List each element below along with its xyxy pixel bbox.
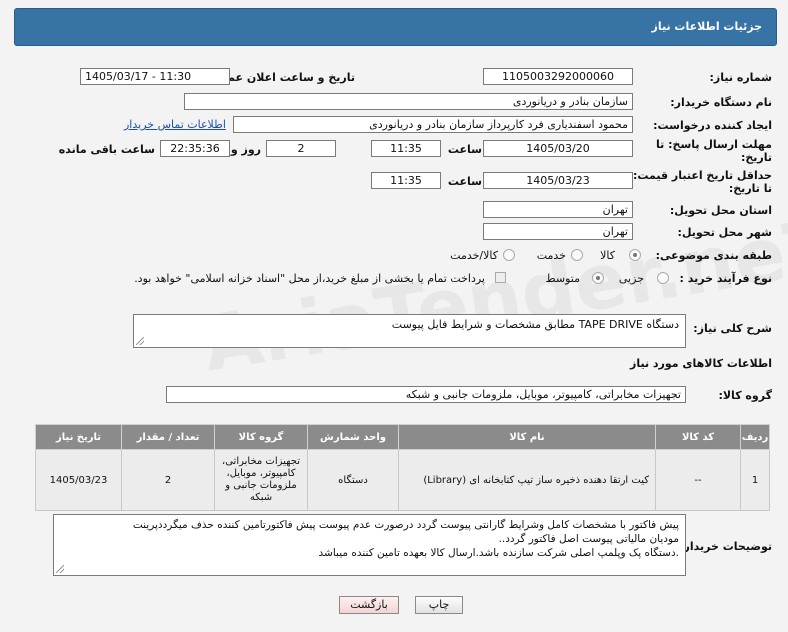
cell-row: 1	[740, 449, 770, 511]
page-title: جزئیات اطلاعات نیاز	[651, 20, 763, 33]
table-row: 1 -- کیت ارتقا دهنده ذخیره ساز تیپ کتابخ…	[35, 449, 770, 511]
goods-section-title: اطلاعات کالاهای مورد نیاز	[630, 357, 772, 370]
creator-field[interactable]: محمود اسفندیاری فرد کارپرداز سازمان بناد…	[233, 116, 633, 133]
col-quantity: تعداد / مقدار	[121, 424, 215, 450]
announce-date-field[interactable]: 1405/03/17 - 11:30	[80, 68, 230, 85]
resize-grip-icon[interactable]	[136, 337, 144, 345]
process-option-minor: جزیی	[618, 272, 644, 285]
process-option-medium: متوسط	[545, 272, 580, 285]
need-number-field[interactable]: 1105003292000060	[483, 68, 633, 85]
cell-code: --	[655, 449, 741, 511]
category-radio-goods[interactable]	[629, 249, 641, 261]
buyer-notes-line: .دستگاه پک وپلمپ اصلی شرکت سازنده باشد.ا…	[318, 547, 679, 559]
buyer-notes-label: توضیحات خریدار:	[679, 540, 772, 553]
buyer-org-label: نام دستگاه خریدار:	[670, 96, 772, 109]
process-label: نوع فرآیند خرید :	[679, 272, 772, 285]
category-radio-service[interactable]	[571, 249, 583, 261]
remaining-time-field[interactable]: 22:35:36	[160, 140, 230, 157]
validity-label: حداقل تاریخ اعتبار قیمت:	[632, 169, 772, 182]
days-remaining-field[interactable]: 2	[266, 140, 336, 157]
treasury-note: پرداخت تمام یا بخشی از مبلغ خرید،از محل …	[134, 272, 485, 285]
col-date: تاریخ نیاز	[35, 424, 122, 450]
province-field[interactable]: تهران	[483, 201, 633, 218]
category-option-goods-service: کالا/خدمت	[450, 249, 498, 262]
deadline-date-label: تاریخ:	[740, 151, 772, 164]
remaining-label: ساعت باقی مانده	[58, 143, 155, 156]
cell-group: تجهیزات مخابراتی، کامپیوتر، موبایل، ملزو…	[214, 449, 308, 511]
category-radio-goods-service[interactable]	[503, 249, 515, 261]
goods-table-header: ردیف کد کالا نام کالا واحد شمارش گروه کا…	[35, 424, 770, 450]
buyer-contact-link[interactable]: اطلاعات تماس خریدار	[124, 118, 226, 131]
goods-group-field[interactable]: تجهیزات مخابراتی، کامپیوتر، موبایل، ملزو…	[166, 386, 686, 403]
description-field[interactable]: دستگاه TAPE DRIVE مطابق مشخصات و شرایط ف…	[133, 314, 686, 348]
validity-time-label: ساعت	[447, 175, 482, 188]
buyer-org-field[interactable]: سازمان بنادر و دریانوردی	[184, 93, 633, 110]
process-radio-medium[interactable]	[592, 272, 604, 284]
buyer-notes-line: پیش فاکتور با مشخصات کامل وشرایط گارانتی…	[132, 519, 679, 531]
deadline-time-label: ساعت	[447, 143, 482, 156]
treasury-checkbox[interactable]	[495, 272, 506, 283]
goods-group-label: گروه کالا:	[718, 389, 772, 402]
buyer-notes-line: مودیان مالیاتی پیوست اصل فاکتور گردد..	[498, 533, 679, 545]
col-group: گروه کالا	[214, 424, 308, 450]
validity-date-field[interactable]: 1405/03/23	[483, 172, 633, 189]
col-row: ردیف	[740, 424, 770, 450]
deadline-time-field[interactable]: 11:35	[371, 140, 441, 157]
deadline-date-field[interactable]: 1405/03/20	[483, 140, 633, 157]
city-field[interactable]: تهران	[483, 223, 633, 240]
header-panel: جزئیات اطلاعات نیاز	[14, 8, 777, 46]
deadline-label: مهلت ارسال پاسخ: تا	[656, 138, 772, 151]
category-option-service: خدمت	[536, 249, 566, 262]
cell-date: 1405/03/23	[35, 449, 122, 511]
col-name: نام کالا	[398, 424, 656, 450]
province-label: استان محل تحویل:	[669, 204, 772, 217]
cell-unit: دستگاه	[307, 449, 399, 511]
category-label: طبقه بندی موضوعی:	[655, 249, 772, 262]
col-code: کد کالا	[655, 424, 741, 450]
creator-label: ایجاد کننده درخواست:	[653, 119, 772, 132]
description-label: شرح کلی نیاز:	[693, 322, 772, 335]
process-radio-minor[interactable]	[657, 272, 669, 284]
days-label: روز و	[230, 143, 261, 156]
print-button[interactable]: چاپ	[415, 596, 463, 614]
resize-grip-icon[interactable]	[56, 565, 64, 573]
goods-table: ردیف کد کالا نام کالا واحد شمارش گروه کا…	[35, 424, 770, 511]
cell-quantity: 2	[121, 449, 215, 511]
category-option-goods: کالا	[600, 249, 615, 262]
buyer-notes-field[interactable]: پیش فاکتور با مشخصات کامل وشرایط گارانتی…	[53, 514, 686, 576]
cell-name: کیت ارتقا دهنده ذخیره ساز تیپ کتابخانه ا…	[398, 449, 656, 511]
city-label: شهر محل تحویل:	[677, 226, 772, 239]
col-unit: واحد شمارش	[307, 424, 399, 450]
description-text: دستگاه TAPE DRIVE مطابق مشخصات و شرایط ف…	[391, 318, 679, 331]
back-button[interactable]: بازگشت	[339, 596, 399, 614]
validity-time-field[interactable]: 11:35	[371, 172, 441, 189]
need-number-label: شماره نیاز:	[709, 71, 772, 84]
validity-date-label: تا تاریخ:	[728, 182, 772, 195]
